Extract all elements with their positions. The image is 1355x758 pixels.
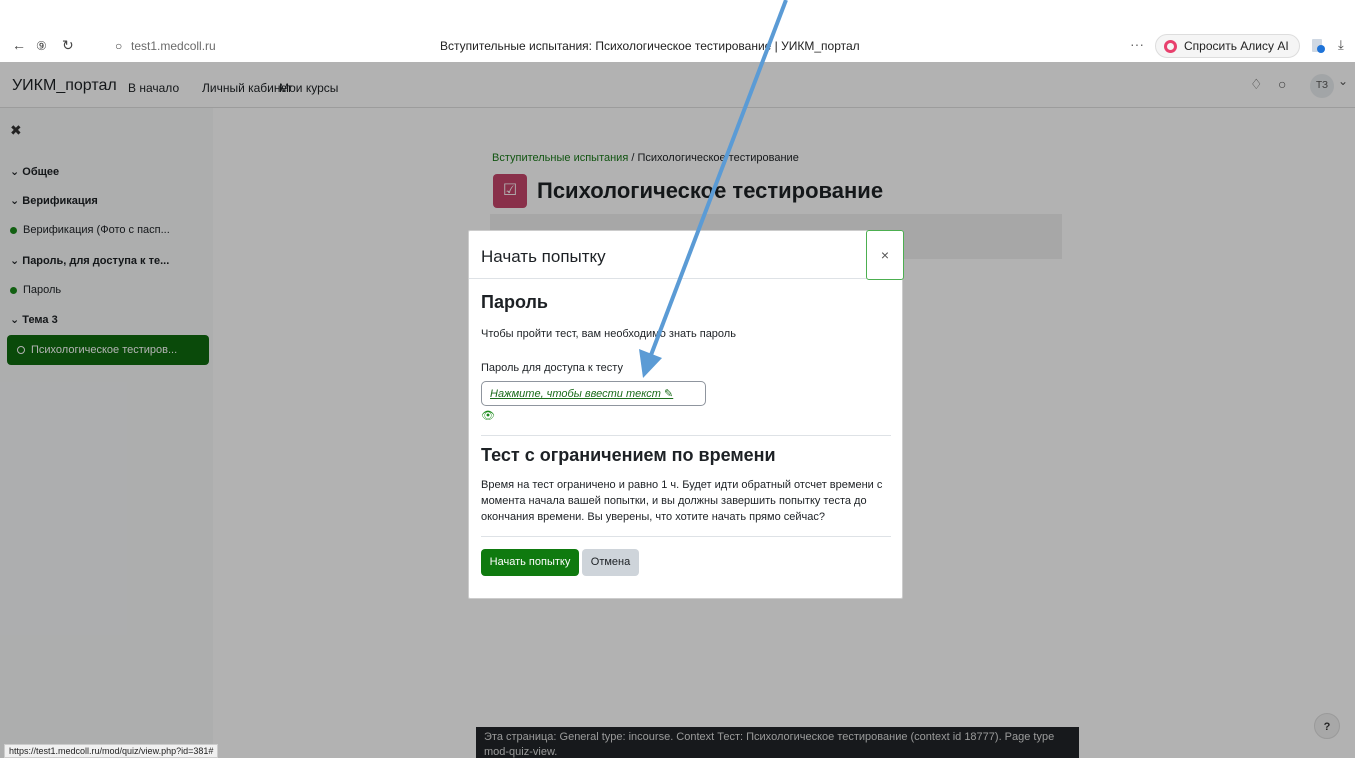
more-icon[interactable]: ··· (1130, 36, 1144, 52)
download-icon[interactable]: ⤓ (1338, 37, 1344, 53)
address-bar-url[interactable]: test1.medcoll.ru (131, 39, 216, 53)
status-bar-url: https://test1.medcoll.ru/mod/quiz/view.p… (4, 744, 219, 758)
time-limit-description: Время на тест ограничено и равно 1 ч. Бу… (481, 479, 883, 523)
password-input[interactable]: Нажмите, чтобы ввести текст ✎ (481, 381, 706, 406)
dialog-header: Начать попытку (469, 231, 902, 279)
ask-alice-button[interactable]: Спросить Алису AI (1155, 34, 1300, 58)
password-heading: Пароль (481, 292, 548, 312)
browser-toolbar: ← ⑨ ↻ ○ test1.medcoll.ru Вступительные и… (0, 30, 1355, 62)
close-button[interactable]: × (866, 230, 904, 280)
alice-icon (1164, 40, 1177, 53)
ask-alice-label: Спросить Алису AI (1184, 39, 1289, 53)
divider (481, 435, 891, 436)
page-title-in-toolbar: Вступительные испытания: Психологическое… (440, 39, 860, 53)
divider (481, 536, 891, 537)
cancel-button[interactable]: Отмена (582, 549, 639, 576)
start-attempt-button[interactable]: Начать попытку (481, 549, 579, 576)
time-limit-heading: Тест с ограничением по времени (481, 445, 776, 465)
dialog-title: Начать попытку (481, 247, 606, 266)
password-description: Чтобы пройти тест, вам необходимо знать … (481, 328, 736, 340)
back-icon[interactable]: ← (12, 37, 26, 53)
yandex-icon[interactable]: ⑨ (36, 39, 47, 53)
eye-icon[interactable]: 👁 (481, 409, 495, 422)
reload-icon[interactable]: ↻ (62, 37, 74, 54)
extension-icon[interactable] (1310, 38, 1326, 54)
shield-icon: ○ (115, 39, 123, 53)
password-label: Пароль для доступа к тесту (481, 362, 623, 374)
top-strip (0, 0, 1355, 30)
start-attempt-dialog: Начать попытку × Пароль Чтобы пройти тес… (468, 230, 904, 599)
